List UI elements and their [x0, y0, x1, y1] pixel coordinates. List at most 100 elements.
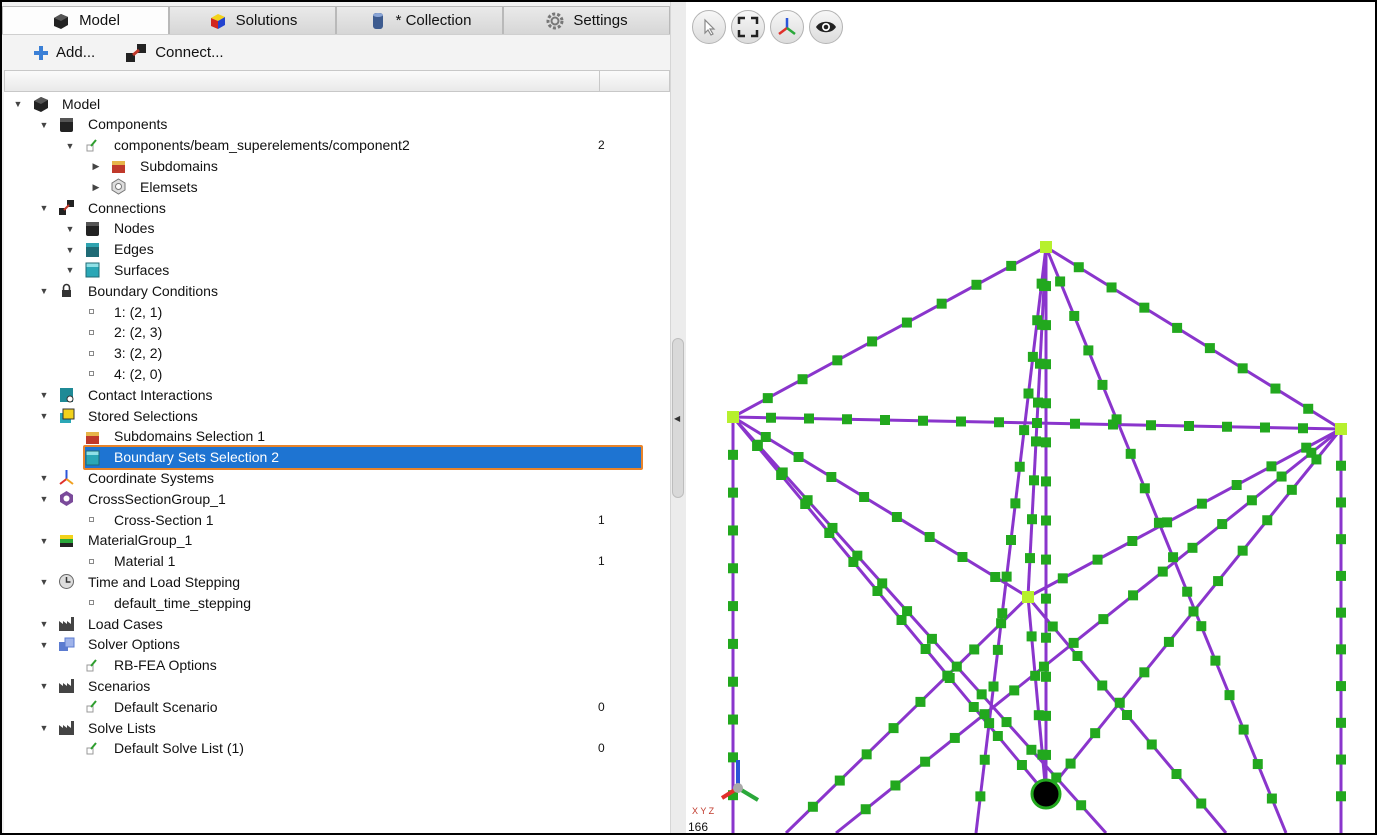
beam-node[interactable]: [1336, 607, 1346, 618]
beam-node[interactable]: [1014, 461, 1025, 472]
beam-node[interactable]: [1153, 517, 1164, 528]
beam-node[interactable]: [1027, 351, 1038, 362]
expand-arrow-icon[interactable]: ▶: [91, 161, 101, 171]
beam-node[interactable]: [1276, 471, 1287, 482]
beam-node[interactable]: [1252, 759, 1263, 770]
beam-node[interactable]: [926, 633, 937, 644]
beam-node[interactable]: [1047, 621, 1058, 632]
tree-item[interactable]: ▼ components/beam_superelements/component…: [4, 135, 644, 156]
beam-node[interactable]: [793, 452, 804, 462]
beam-node[interactable]: [807, 801, 818, 812]
selected-node-marker[interactable]: [1030, 778, 1062, 810]
beam-node[interactable]: [1139, 483, 1150, 494]
truss-model-render[interactable]: [686, 2, 1375, 833]
beam-node[interactable]: [1336, 497, 1346, 508]
beam-node[interactable]: [1336, 717, 1346, 728]
beam-node[interactable]: [1038, 661, 1049, 672]
beam-node[interactable]: [1057, 573, 1068, 584]
panel-splitter[interactable]: ◀: [670, 2, 686, 833]
beam-node[interactable]: [1266, 793, 1277, 804]
beam-node[interactable]: [891, 512, 902, 522]
beam-node[interactable]: [1163, 636, 1174, 647]
beam-node[interactable]: [1336, 460, 1346, 471]
beam-node[interactable]: [728, 525, 738, 536]
beam-node[interactable]: [1065, 758, 1076, 769]
beam-node[interactable]: [1286, 484, 1297, 495]
beam-node[interactable]: [1041, 671, 1051, 682]
beam-node[interactable]: [1260, 422, 1270, 433]
beam-node[interactable]: [848, 557, 859, 567]
add-button[interactable]: Add...: [34, 44, 95, 61]
beam-node[interactable]: [800, 499, 811, 509]
beam-node[interactable]: [915, 696, 926, 707]
beam-node[interactable]: [832, 355, 843, 366]
tree-item[interactable]: Cross-Section 1 1: [4, 509, 644, 530]
beam-node[interactable]: [1026, 631, 1037, 642]
beam-node[interactable]: [1033, 710, 1044, 721]
tree-item[interactable]: default_time_stepping: [4, 592, 644, 613]
beam-element[interactable]: [1027, 427, 1342, 599]
beam-node[interactable]: [1055, 276, 1066, 287]
beam-node[interactable]: [969, 644, 980, 655]
tree-item[interactable]: 2: (2, 3): [4, 322, 644, 343]
collapse-arrow-icon[interactable]: ▼: [65, 265, 75, 275]
beam-node[interactable]: [1187, 542, 1198, 553]
tree-item[interactable]: ▼ Contact Interactions: [4, 384, 644, 405]
beam-node[interactable]: [1336, 534, 1346, 545]
beam-node[interactable]: [1231, 480, 1242, 490]
tree-item[interactable]: ▼ Nodes: [4, 218, 644, 239]
beam-node[interactable]: [797, 374, 808, 385]
3d-viewport[interactable]: X Y Z 166: [686, 2, 1375, 833]
tree-item[interactable]: 4: (2, 0): [4, 363, 644, 384]
beam-node[interactable]: [1168, 552, 1179, 563]
beam-node[interactable]: [1114, 697, 1125, 708]
tree-item[interactable]: ▼ Model: [4, 93, 644, 114]
beam-node[interactable]: [951, 661, 962, 672]
beam-node[interactable]: [1237, 545, 1248, 556]
beam-node[interactable]: [1122, 710, 1132, 720]
beam-node[interactable]: [834, 775, 845, 786]
beam-node[interactable]: [752, 441, 763, 451]
beam-node[interactable]: [1127, 536, 1138, 546]
beam-node[interactable]: [1196, 498, 1207, 509]
beam-node[interactable]: [992, 731, 1003, 741]
tree-item[interactable]: 1: (2, 1): [4, 301, 644, 322]
collapse-arrow-icon[interactable]: ▼: [39, 120, 49, 130]
beam-node[interactable]: [1006, 260, 1017, 271]
beam-node[interactable]: [1146, 420, 1156, 431]
beam-node[interactable]: [1069, 310, 1080, 321]
beam-node[interactable]: [1097, 680, 1108, 691]
beam-node[interactable]: [1041, 320, 1051, 331]
tree-item[interactable]: ▶ Elemsets: [4, 176, 644, 197]
collapse-arrow-icon[interactable]: ▼: [39, 723, 49, 733]
tree-item[interactable]: ▼ Coordinate Systems: [4, 467, 644, 488]
beam-node[interactable]: [902, 606, 913, 617]
beam-node[interactable]: [1157, 566, 1168, 577]
beam-node[interactable]: [860, 804, 871, 815]
beam-node[interactable]: [728, 638, 738, 649]
beam-node[interactable]: [956, 416, 966, 427]
beam-node[interactable]: [804, 413, 814, 424]
beam-node[interactable]: [1016, 760, 1027, 770]
connection-node[interactable]: [1335, 423, 1347, 435]
beam-node[interactable]: [968, 702, 979, 712]
beam-node[interactable]: [997, 608, 1008, 619]
tree-item[interactable]: ▼ Time and Load Stepping: [4, 571, 644, 592]
collapse-arrow-icon[interactable]: ▼: [39, 411, 49, 421]
collapse-arrow-icon[interactable]: ▼: [39, 640, 49, 650]
beam-node[interactable]: [1196, 798, 1207, 809]
beam-node[interactable]: [1217, 519, 1228, 530]
beam-node[interactable]: [1036, 278, 1047, 289]
tab-settings[interactable]: Settings: [503, 6, 670, 34]
beam-node[interactable]: [1303, 403, 1314, 414]
beam-node[interactable]: [1298, 423, 1308, 434]
beam-node[interactable]: [1222, 421, 1232, 432]
connection-node[interactable]: [1022, 591, 1034, 603]
tree-item[interactable]: ▶ Subdomains: [4, 155, 644, 176]
tree-item[interactable]: Material 1 1: [4, 551, 644, 572]
tree-item[interactable]: Boundary Sets Selection 2: [4, 444, 644, 470]
beam-node[interactable]: [1237, 363, 1248, 374]
beam-node[interactable]: [1238, 724, 1249, 735]
beam-node[interactable]: [1188, 606, 1199, 617]
beam-node[interactable]: [976, 689, 987, 700]
